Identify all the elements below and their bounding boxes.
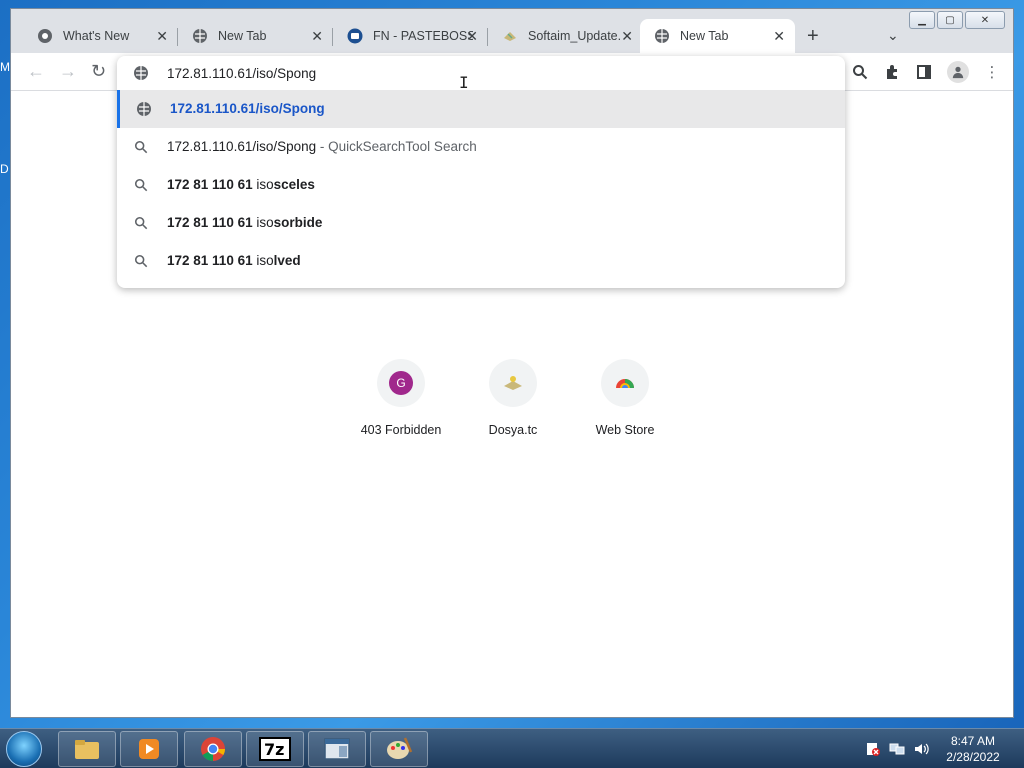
tab-strip: What's New ✕ New Tab ✕ FN - PASTEBOSS ✕ …: [11, 19, 1013, 53]
search-icon: [133, 253, 149, 269]
search-icon: [133, 215, 149, 231]
shortcut-label: Web Store: [595, 423, 655, 437]
network-icon[interactable]: [888, 741, 906, 757]
toolbar-actions: ⋮: [851, 61, 1001, 83]
taskbar-explorer[interactable]: [58, 731, 116, 767]
new-tab-button[interactable]: +: [807, 25, 819, 48]
shortcut-web-store[interactable]: Web Store: [569, 349, 681, 437]
profile-icon[interactable]: [947, 61, 969, 83]
tab-title: FN - PASTEBOSS: [373, 29, 473, 43]
zoom-icon[interactable]: [851, 63, 869, 81]
suggestion-engine: - QuickSearchTool Search: [316, 139, 477, 154]
dosya-icon: [504, 376, 522, 390]
close-icon[interactable]: ✕: [621, 28, 633, 45]
close-icon[interactable]: ✕: [311, 28, 323, 45]
suggestion-typed: iso: [256, 253, 274, 268]
browser-window: ▁ ▢ ✕ What's New ✕ New Tab ✕ FN - PASTEB…: [10, 8, 1014, 718]
folder-icon: [75, 740, 99, 759]
shortcut-403-forbidden[interactable]: G 403 Forbidden: [345, 349, 457, 437]
tab-softaim[interactable]: Softaim_Update. ✕: [488, 19, 643, 53]
webstore-icon: [616, 379, 634, 388]
7zip-icon: 7z: [259, 737, 291, 761]
close-icon[interactable]: ✕: [156, 28, 168, 45]
shortcut-label: Dosya.tc: [488, 423, 538, 437]
suggestion-text: 172 81 110 61 isosorbide: [167, 215, 322, 230]
globe-icon: [192, 28, 208, 44]
file-icon: [502, 28, 518, 44]
suggestion-search[interactable]: 172 81 110 61 isosorbide: [117, 204, 845, 242]
suggestion-completion: sorbide: [273, 215, 323, 230]
suggestion-prefix: 172 81 110 61: [167, 253, 257, 268]
desktop-icon-label: D: [0, 162, 9, 176]
search-icon: [133, 177, 149, 193]
suggestion-search[interactable]: 172 81 110 61 isolved: [117, 242, 845, 280]
suggestion-typed: iso: [256, 177, 274, 192]
tab-title: Softaim_Update.: [528, 29, 622, 43]
tab-title: New Tab: [218, 29, 267, 43]
suggestion-text: 172.81.110.61/iso/Spong - QuickSearchToo…: [167, 139, 477, 154]
tab-title: What's New: [63, 29, 130, 43]
taskbar: 7z 8:47 AM 2/28/2022: [0, 728, 1024, 768]
media-player-icon: [139, 739, 159, 759]
suggestion-search[interactable]: 172 81 110 61 isosceles: [117, 166, 845, 204]
suggestion-text: 172.81.110.61/iso/Spong: [170, 101, 325, 116]
menu-icon[interactable]: ⋮: [983, 63, 1001, 81]
shortcut-tile: G: [377, 359, 425, 407]
shortcut-label: 403 Forbidden: [360, 423, 442, 437]
suggestion-text: 172 81 110 61 isosceles: [167, 177, 315, 192]
suggestion-query: 172.81.110.61/iso/Spong: [167, 139, 317, 154]
svg-text:7z: 7z: [264, 740, 284, 759]
suggestion-url[interactable]: 172.81.110.61/iso/Spong: [117, 90, 845, 128]
omnibox[interactable]: [117, 56, 845, 90]
tab-whats-new[interactable]: What's New ✕: [23, 19, 178, 53]
omnibox-dropdown: 172.81.110.61/iso/Spong 172.81.110.61/is…: [117, 56, 845, 288]
clock-date: 2/28/2022: [946, 750, 1000, 764]
suggestion-search[interactable]: 172.81.110.61/iso/Spong - QuickSearchToo…: [117, 128, 845, 166]
reload-button[interactable]: ↻: [91, 61, 106, 82]
tab-title: New Tab: [680, 29, 729, 43]
back-button[interactable]: ←: [27, 61, 45, 82]
suggestion-completion: sceles: [273, 177, 315, 192]
suggestion-prefix: 172 81 110 61: [167, 215, 257, 230]
taskbar-7zip[interactable]: 7z: [246, 731, 304, 767]
forward-button[interactable]: →: [59, 61, 77, 82]
taskbar-window[interactable]: [308, 731, 366, 767]
chevron-down-icon[interactable]: ⌄: [887, 27, 899, 44]
pasteboss-icon: [347, 28, 363, 44]
shortcut-tile: [489, 359, 537, 407]
text-cursor-icon: I: [459, 73, 469, 92]
taskbar-media-player[interactable]: [120, 731, 178, 767]
globe-icon: [654, 28, 670, 44]
chrome-icon: [37, 28, 53, 44]
desktop-icon-label: M: [0, 60, 10, 74]
chrome-icon: [201, 737, 225, 761]
action-center-icon[interactable]: [864, 741, 882, 757]
window-app-icon: [324, 738, 350, 760]
clock-time: 8:47 AM: [950, 734, 996, 748]
letter-g-icon: G: [389, 371, 413, 395]
search-icon: [133, 139, 149, 155]
close-icon[interactable]: ✕: [466, 28, 478, 45]
globe-icon: [136, 101, 152, 117]
tab-pasteboss[interactable]: FN - PASTEBOSS ✕: [333, 19, 488, 53]
close-icon[interactable]: ✕: [773, 28, 785, 45]
suggestion-typed: iso: [256, 215, 274, 230]
clock[interactable]: 8:47 AM 2/28/2022: [936, 733, 1010, 765]
start-button[interactable]: [6, 731, 42, 767]
shortcut-dosya[interactable]: Dosya.tc: [457, 349, 569, 437]
paint-icon: [387, 737, 413, 759]
side-panel-icon[interactable]: [915, 63, 933, 81]
volume-icon[interactable]: [912, 741, 930, 757]
suggestion-completion: lved: [273, 253, 301, 268]
tab-new-tab-active[interactable]: New Tab ✕: [640, 19, 795, 53]
taskbar-chrome[interactable]: [184, 731, 242, 767]
tab-new-tab[interactable]: New Tab ✕: [178, 19, 333, 53]
shortcut-tile: [601, 359, 649, 407]
suggestion-prefix: 172 81 110 61: [167, 177, 257, 192]
system-tray: 8:47 AM 2/28/2022: [864, 729, 1024, 768]
suggestion-text: 172 81 110 61 isolved: [167, 253, 301, 268]
globe-icon: [133, 65, 149, 81]
taskbar-paint[interactable]: [370, 731, 428, 767]
extensions-icon[interactable]: [883, 63, 901, 81]
